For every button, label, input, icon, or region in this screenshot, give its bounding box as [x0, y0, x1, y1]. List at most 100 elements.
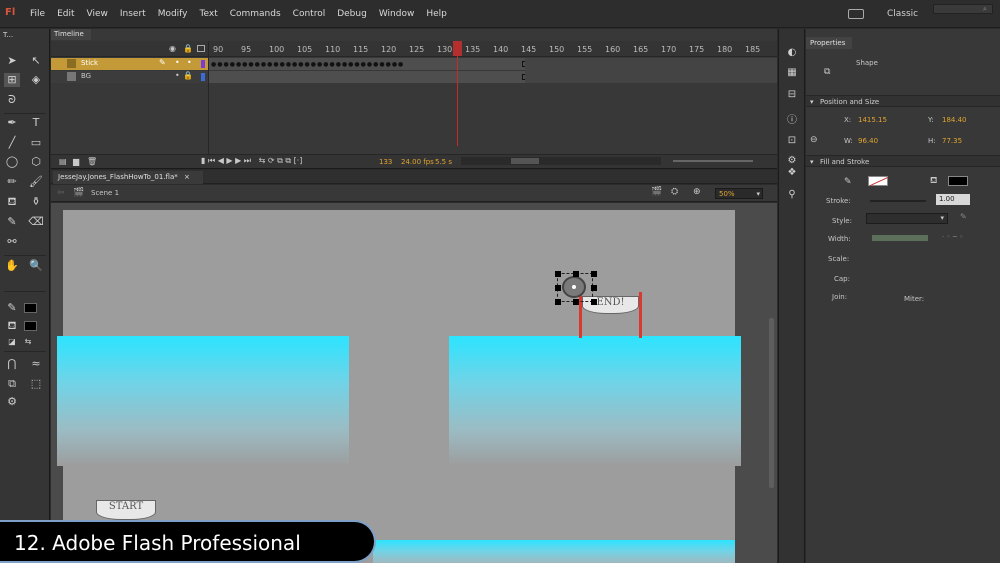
black-white-icon[interactable]: ◪: [4, 335, 20, 349]
free-transform-tool-icon[interactable]: ⊞: [4, 73, 20, 87]
menu-insert[interactable]: Insert: [120, 9, 146, 19]
transform-handle[interactable]: [555, 299, 561, 305]
playback-controls[interactable]: ▮ ⏮ ◀ ▶ ▶ ⏭ ⇆ ⟳ ⧉ ⧉ [·]: [201, 156, 302, 166]
object-drawing-icon[interactable]: ⬚: [28, 377, 44, 391]
menu-debug[interactable]: Debug: [337, 9, 367, 19]
layer-color-chip[interactable]: [201, 73, 205, 81]
info-icon[interactable]: ⓘ: [786, 115, 798, 127]
transform-handle[interactable]: [591, 285, 597, 291]
stroke-color-swatch[interactable]: [868, 176, 889, 187]
align-panel-icon[interactable]: ⊟: [786, 89, 798, 101]
fill-color-swatch[interactable]: [948, 176, 968, 186]
menu-text[interactable]: Text: [200, 9, 218, 19]
lasso-tool-icon[interactable]: ᘐ: [4, 93, 20, 107]
zoom-tool-icon[interactable]: 🔍: [28, 259, 44, 273]
bg-frame-span[interactable]: [209, 71, 525, 83]
style-select[interactable]: ▾: [866, 213, 948, 224]
snap-to-objects-icon[interactable]: ⋂: [4, 357, 20, 371]
empty-frames[interactable]: [525, 58, 777, 83]
right-platform[interactable]: [449, 336, 741, 466]
menu-file[interactable]: File: [30, 9, 45, 19]
w-value[interactable]: 96.40: [858, 137, 878, 145]
pencil-tool-icon[interactable]: ✏: [4, 175, 20, 189]
stroke-color-swatch[interactable]: [24, 303, 37, 313]
stroke-slider[interactable]: [870, 200, 926, 202]
transform-point[interactable]: [572, 285, 576, 289]
layer-color-chip[interactable]: [201, 60, 205, 68]
menu-modify[interactable]: Modify: [158, 9, 188, 19]
stage-vertical-scrollbar[interactable]: [769, 318, 774, 488]
width-profile-select[interactable]: [872, 235, 928, 241]
current-frame[interactable]: 133: [379, 158, 392, 166]
scroll-thumb[interactable]: [511, 158, 539, 164]
zoom-select[interactable]: 50% ▾: [715, 188, 763, 199]
delete-layer-icon[interactable]: 🗑: [87, 157, 97, 166]
gear-icon[interactable]: ⚙: [4, 395, 20, 409]
timeline-tab[interactable]: Timeline: [51, 29, 91, 40]
transform-handle[interactable]: [573, 271, 579, 277]
back-arrow-icon[interactable]: ⇦: [57, 188, 65, 198]
selection-box[interactable]: [555, 271, 597, 305]
fill-stroke-section[interactable]: ▾ Fill and Stroke: [806, 155, 1000, 167]
layer-visibility-dot[interactable]: •: [175, 71, 180, 80]
x-value[interactable]: 1415.15: [858, 116, 887, 124]
rectangle-tool-icon[interactable]: ▭: [28, 136, 44, 150]
transform-handle[interactable]: [555, 285, 561, 291]
polystar-tool-icon[interactable]: ⬡: [28, 155, 44, 169]
zoom-slider[interactable]: [673, 160, 753, 162]
transform-handle[interactable]: [591, 271, 597, 277]
layer-visibility-dot[interactable]: •: [175, 58, 180, 67]
edit-stroke-style-icon[interactable]: ✎: [960, 212, 967, 221]
scene-label[interactable]: Scene 1: [91, 189, 119, 197]
width-tools[interactable]: · ◦ ─ ◦: [942, 233, 963, 241]
bone-tool-icon[interactable]: ⚯: [4, 235, 20, 249]
eraser-tool-icon[interactable]: ⌫: [28, 215, 44, 229]
subselection-tool-icon[interactable]: ↖: [28, 54, 44, 68]
menu-commands[interactable]: Commands: [230, 9, 281, 19]
center-stage-icon[interactable]: ⊕: [693, 187, 701, 197]
new-layer-icon[interactable]: ▤: [59, 157, 67, 166]
menu-window[interactable]: Window: [379, 9, 415, 19]
layer-name-bg[interactable]: BG: [81, 72, 91, 80]
line-tool-icon[interactable]: ╱: [4, 136, 20, 150]
lower-platform[interactable]: [373, 540, 735, 563]
position-size-section[interactable]: ▾ Position and Size: [806, 95, 1000, 107]
menu-view[interactable]: View: [87, 9, 108, 19]
y-value[interactable]: 184.40: [942, 116, 967, 124]
menu-control[interactable]: Control: [293, 9, 326, 19]
transform-handle[interactable]: [573, 299, 579, 305]
3d-rotation-tool-icon[interactable]: ◈: [28, 73, 44, 87]
swatches-panel-icon[interactable]: ▦: [786, 67, 798, 79]
brush-tool-icon[interactable]: 🖌: [28, 175, 44, 189]
smooth-icon[interactable]: ≈: [28, 357, 44, 371]
transform-panel-icon[interactable]: ⊡: [786, 135, 798, 147]
menu-edit[interactable]: Edit: [57, 9, 74, 19]
fill-color-swatch[interactable]: [24, 321, 37, 331]
swap-colors-icon[interactable]: ⇆: [20, 335, 36, 349]
transform-handle[interactable]: [591, 299, 597, 305]
frame-rate[interactable]: 24.00 fps: [401, 158, 434, 166]
layer-lock-dot[interactable]: •: [187, 58, 192, 67]
motion-presets-icon[interactable]: ❖: [786, 167, 798, 179]
edit-scene-icon[interactable]: 🎬: [651, 187, 662, 197]
workspace-switcher[interactable]: Classic: [887, 9, 918, 19]
lock-icon[interactable]: 🔒: [183, 71, 193, 80]
eyedropper-tool-icon[interactable]: ✎: [4, 215, 20, 229]
color-panel-icon[interactable]: ◐: [786, 47, 798, 59]
properties-tab[interactable]: Properties: [806, 37, 852, 49]
close-icon[interactable]: ×: [184, 173, 190, 181]
layer-name-stick[interactable]: Stick: [81, 59, 98, 67]
h-value[interactable]: 77.35: [942, 137, 962, 145]
straighten-icon[interactable]: ⧉: [4, 377, 20, 391]
ink-bottle-tool-icon[interactable]: ⚱: [28, 195, 44, 209]
new-folder-icon[interactable]: ▆: [73, 157, 79, 166]
text-tool-icon[interactable]: T: [28, 116, 44, 130]
project-panel-icon[interactable]: ⚲: [786, 189, 798, 201]
left-platform[interactable]: [57, 336, 349, 466]
edit-symbol-icon[interactable]: ⛭: [671, 187, 678, 197]
link-icon[interactable]: ⊖: [810, 135, 818, 145]
pasteboard[interactable]: END! START: [51, 203, 777, 563]
paint-bucket-tool-icon[interactable]: ⛾: [4, 195, 20, 209]
stage[interactable]: END! START: [57, 210, 741, 563]
document-tab[interactable]: JesseJay.Jones_FlashHowTo_01.fla* ×: [53, 171, 203, 184]
